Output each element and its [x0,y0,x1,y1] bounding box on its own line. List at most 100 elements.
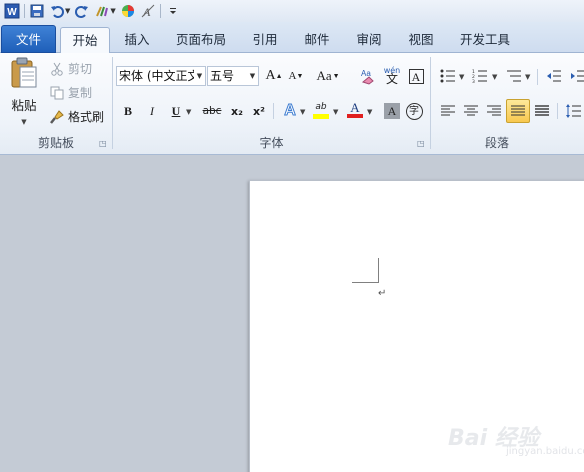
multilevel-list-icon[interactable] [503,65,525,87]
character-shading-label: A [384,103,400,119]
tab-references[interactable]: 引用 [242,27,288,53]
clear-format-icon[interactable]: A [138,1,158,21]
shrink-font-label: A [288,70,297,82]
word-app-icon[interactable]: W [2,1,22,21]
color-wheel-icon[interactable] [118,1,138,21]
clipboard-group: 粘贴 ▼ 剪切 复制 格式刷 剪贴板 ◳ [0,53,112,154]
font-size-combo[interactable]: 五号 ▼ [207,66,259,86]
paintbrush-icon [50,109,64,124]
paste-label: 粘贴 [11,98,37,113]
format-painter-button[interactable]: 格式刷 [50,108,104,125]
tab-developer[interactable]: 开发工具 [452,27,518,53]
tab-insert[interactable]: 插入 [114,27,160,53]
clipboard-dialog-launcher-icon[interactable]: ◳ [99,139,108,148]
font-color-dropdown-icon[interactable]: ▼ [367,108,372,116]
phonetic-char: 文 [385,72,398,86]
text-effects-dropdown-icon[interactable]: ▼ [300,108,305,116]
decrease-indent-icon[interactable] [543,65,565,87]
line-spacing-icon[interactable] [562,100,584,122]
align-left-icon[interactable] [437,100,459,122]
font-group-label: 字体 [259,136,284,150]
shrink-font-button[interactable]: A ▼ [285,65,307,87]
highlight-button[interactable]: ab [310,99,332,121]
superscript-button[interactable]: x² [248,100,270,122]
paste-icon [11,57,37,88]
undo-icon[interactable] [47,1,67,21]
paste-button[interactable]: 粘贴 ▼ [6,57,42,127]
grow-font-caret: ▲ [275,72,283,80]
distributed-icon[interactable] [531,100,553,122]
tab-review[interactable]: 审阅 [346,27,392,53]
change-case-dropdown-icon[interactable]: ▼ [333,72,340,80]
font-size-dropdown-icon[interactable]: ▼ [247,67,258,85]
margin-corner-marker [352,258,379,283]
clipboard-group-label: 剪贴板 [37,136,74,150]
justify-icon[interactable] [506,99,530,123]
enclose-characters-label: 字 [405,102,423,120]
tab-home[interactable]: 开始 [60,27,110,54]
numbering-dropdown-icon[interactable]: ▼ [492,73,497,81]
font-name-dropdown-icon[interactable]: ▼ [194,67,205,85]
format-dropdown-icon[interactable]: ▼ [110,7,115,15]
numbering-icon[interactable]: 123 [469,65,491,87]
font-group: 宋体 (中文正文 ▼ 五号 ▼ A ▲ A ▼ Aa ▼ Aa wén 文 A B I… [113,53,430,154]
customize-qat-icon[interactable] [163,1,183,21]
highlight-dropdown-icon[interactable]: ▼ [333,108,338,116]
enclose-characters-button[interactable]: 字 [403,100,425,122]
change-case-label: Aa [316,68,332,83]
font-name-combo[interactable]: 宋体 (中文正文 ▼ [116,66,206,86]
phonetic-guide-button[interactable]: wén 文 [381,64,403,86]
shrink-font-caret: ▼ [296,72,304,80]
cut-button[interactable]: 剪切 [50,60,92,77]
subscript-button[interactable]: x₂ [226,100,248,122]
align-right-icon[interactable] [483,100,505,122]
text-effects-button[interactable]: A [279,100,301,122]
paragraph-mark: ↵ [378,288,387,299]
undo-dropdown-icon[interactable]: ▼ [65,7,70,15]
paragraph-group-label: 段落 [484,136,509,150]
underline-button[interactable]: U [165,100,187,122]
font-name-value: 宋体 (中文正文 [119,69,200,83]
para-row-separator-2 [557,103,558,119]
qat-separator-2 [159,4,161,18]
redo-icon[interactable] [72,1,92,21]
tab-file[interactable]: 文件 [1,25,56,53]
paste-dropdown-icon[interactable]: ▼ [21,118,26,126]
grow-font-label: A [265,68,276,83]
tab-mailings[interactable]: 邮件 [294,27,340,53]
save-icon[interactable] [27,1,47,21]
font-color-button[interactable]: A [344,99,366,121]
grow-font-button[interactable]: A ▲ [263,65,285,87]
change-case-button[interactable]: Aa ▼ [313,65,343,87]
watermark-url: jingyan.baidu.com [506,446,584,457]
bullets-dropdown-icon[interactable]: ▼ [459,73,464,81]
word-logo-text: W [7,7,17,18]
font-color-swatch [347,114,363,118]
strikethrough-button[interactable]: abc [199,100,225,122]
tab-page-layout[interactable]: 页面布局 [168,27,234,53]
cut-label: 剪切 [68,62,93,76]
svg-text:Aa: Aa [361,69,371,78]
paragraph-group: ▼ 123 ▼ ▼ 段落 [431,53,584,154]
highlight-label: ab [315,101,327,112]
multilevel-dropdown-icon[interactable]: ▼ [525,73,530,81]
ribbon: 粘贴 ▼ 剪切 复制 格式刷 剪贴板 ◳ 宋体 (中文正文 ▼ 五号 ▼ A ▲ … [0,53,584,155]
para-row-separator [537,69,538,85]
character-shading-button[interactable]: A [381,100,403,122]
font-color-label: A [350,100,360,115]
format-painter-icon[interactable] [92,1,112,21]
tab-view[interactable]: 视图 [398,27,444,53]
bullets-icon[interactable] [437,65,459,87]
ribbon-tab-bar: 文件 开始 插入 页面布局 引用 邮件 审阅 视图 开发工具 [0,22,584,54]
italic-button[interactable]: I [141,100,163,122]
clear-formatting-button[interactable]: Aa [358,65,380,87]
underline-dropdown-icon[interactable]: ▼ [186,108,191,116]
align-center-icon[interactable] [460,100,482,122]
increase-indent-icon[interactable] [567,65,584,87]
font-dialog-launcher-icon[interactable]: ◳ [417,139,426,148]
svg-text:3: 3 [472,79,475,83]
character-border-button[interactable]: A [405,65,427,87]
font-row-separator [273,103,274,119]
copy-button[interactable]: 复制 [50,84,92,101]
bold-button[interactable]: B [117,100,139,122]
